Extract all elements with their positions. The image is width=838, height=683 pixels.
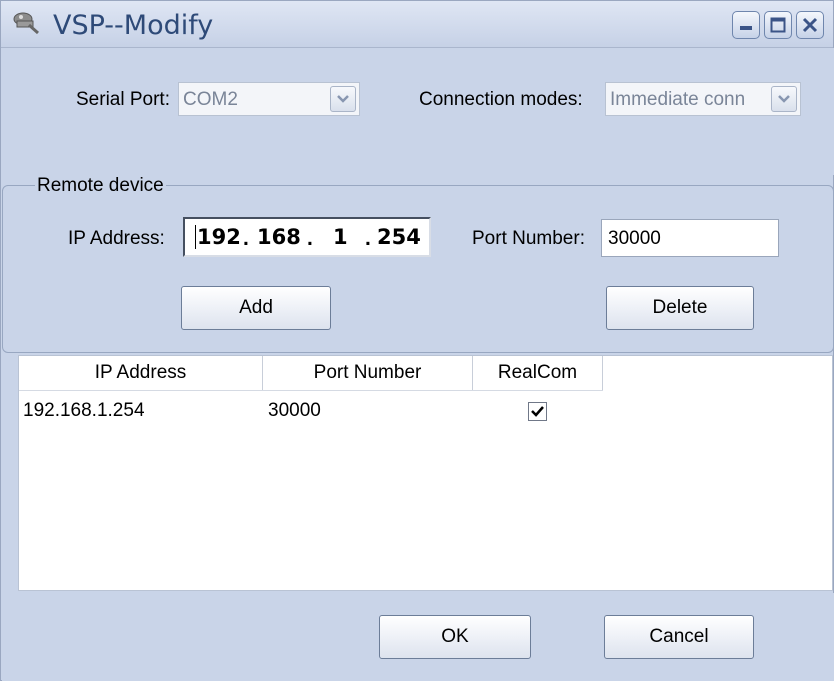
dialog-window: VSP--Modify Serial Port: COM2 Connection… [0, 0, 834, 681]
connection-modes-label: Connection modes: [419, 89, 583, 110]
ip-address-label: IP Address: [68, 228, 165, 249]
serial-port-dropdown-button[interactable] [330, 86, 356, 112]
cancel-button[interactable]: Cancel [604, 615, 754, 659]
chevron-down-icon [337, 95, 349, 103]
column-header-ip-address[interactable]: IP Address [19, 356, 263, 390]
chevron-down-icon [778, 95, 790, 103]
ip-octet-2[interactable]: 168 [257, 225, 301, 249]
minimize-icon [740, 26, 752, 30]
delete-button[interactable]: Delete [606, 286, 754, 330]
port-number-value: 30000 [608, 228, 661, 249]
maximize-icon [770, 17, 786, 33]
add-button[interactable]: Add [181, 286, 331, 330]
remote-device-legend: Remote device [35, 175, 166, 197]
serial-port-select[interactable]: COM2 [178, 82, 360, 116]
connection-modes-dropdown-button[interactable] [771, 86, 797, 112]
list-header: IP Address Port Number RealCom [19, 356, 603, 391]
checkmark-icon [531, 406, 544, 417]
ip-separator: . [365, 227, 371, 250]
ip-separator: . [243, 227, 249, 250]
port-number-label: Port Number: [472, 228, 585, 249]
ok-button[interactable]: OK [379, 615, 531, 659]
column-header-realcom[interactable]: RealCom [473, 356, 603, 390]
connection-modes-value: Immediate conn [610, 89, 746, 110]
title-bar[interactable]: VSP--Modify [1, 1, 833, 48]
column-header-port-number[interactable]: Port Number [263, 356, 473, 390]
row-port-number: 30000 [268, 400, 321, 421]
window-title: VSP--Modify [53, 10, 214, 41]
ip-address-input[interactable]: 192 . 168 . 1 . 254 [183, 217, 431, 257]
minimize-button[interactable] [732, 11, 760, 39]
row-ip-address: 192.168.1.254 [23, 400, 145, 421]
maximize-button[interactable] [764, 11, 792, 39]
serial-port-label: Serial Port: [76, 89, 170, 110]
app-icon [11, 9, 41, 35]
ip-octet-4[interactable]: 254 [377, 225, 421, 249]
port-number-input[interactable]: 30000 [601, 219, 779, 257]
serial-port-value: COM2 [183, 89, 238, 110]
ip-octet-3[interactable]: 1 [333, 225, 348, 249]
close-button[interactable] [796, 11, 824, 39]
ip-separator: . [307, 227, 313, 250]
close-icon [802, 17, 818, 33]
device-list[interactable]: IP Address Port Number RealCom 192.168.1… [18, 355, 833, 591]
connection-modes-select[interactable]: Immediate conn [605, 82, 801, 116]
realcom-checkbox[interactable] [528, 402, 547, 421]
text-cursor [195, 225, 196, 249]
ip-octet-1[interactable]: 192 [197, 225, 241, 249]
